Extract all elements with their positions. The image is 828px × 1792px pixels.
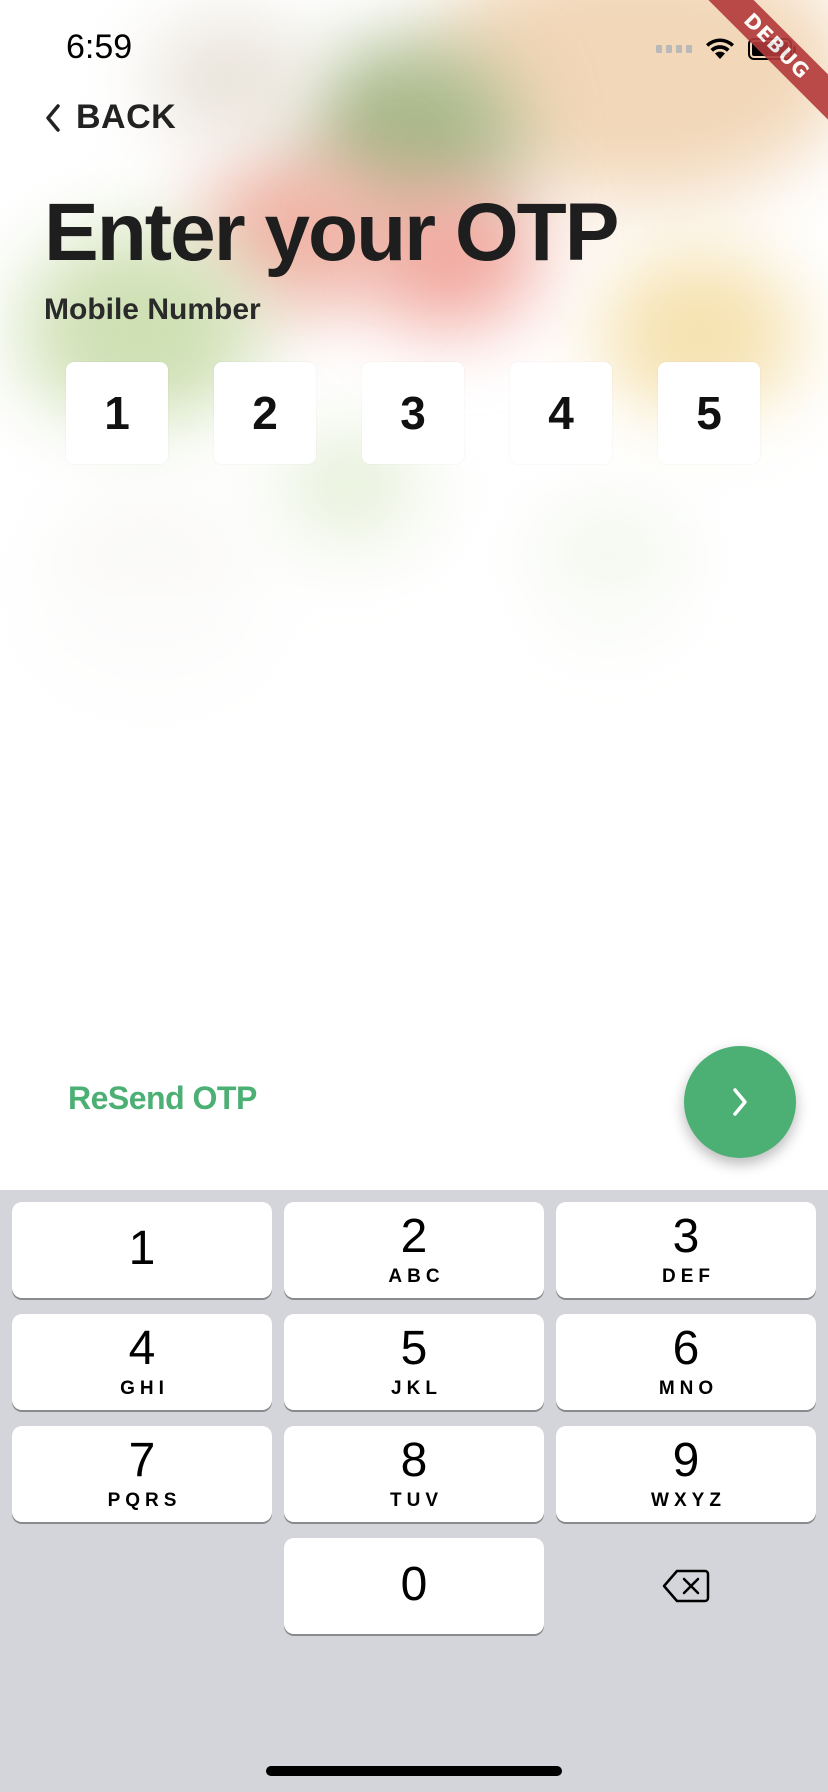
keypad-key-7[interactable]: 7 PQRS xyxy=(12,1426,272,1522)
key-digit: 3 xyxy=(672,1210,700,1263)
key-letters: DEF xyxy=(662,1266,715,1287)
cellular-signal-icon xyxy=(656,45,692,53)
key-digit: 4 xyxy=(128,1322,156,1375)
status-time: 6:59 xyxy=(66,28,133,66)
key-letters: MNO xyxy=(658,1378,719,1399)
key-letters: PQRS xyxy=(107,1490,182,1511)
key-digit: 2 xyxy=(400,1210,428,1263)
key-digit: 8 xyxy=(400,1434,428,1487)
home-indicator[interactable] xyxy=(266,1766,562,1776)
page-subtitle: Mobile Number xyxy=(44,293,261,326)
numeric-keypad: 1 2 ABC 3 DEF 4 GHI 5 JKL 6 MNO 7 PQRS 8… xyxy=(0,1190,828,1792)
backspace-icon xyxy=(662,1569,710,1603)
otp-input-group: 1 2 3 4 5 xyxy=(66,362,760,464)
back-label: BACK xyxy=(76,98,177,136)
keypad-delete-key[interactable] xyxy=(556,1538,816,1634)
keypad-key-0[interactable]: 0 xyxy=(284,1538,544,1634)
keypad-key-2[interactable]: 2 ABC xyxy=(284,1202,544,1298)
chevron-left-icon xyxy=(46,103,60,132)
key-letters: ABC xyxy=(388,1266,445,1287)
otp-digit-box[interactable]: 1 xyxy=(66,362,168,464)
key-letters: WXYZ xyxy=(651,1490,726,1511)
key-digit: 5 xyxy=(400,1322,428,1375)
key-letters: JKL xyxy=(391,1378,442,1399)
otp-digit-box[interactable]: 2 xyxy=(214,362,316,464)
debug-banner: DEBUG xyxy=(698,0,828,130)
back-button[interactable]: BACK xyxy=(44,98,176,137)
key-digit: 9 xyxy=(672,1434,700,1487)
keypad-key-4[interactable]: 4 GHI xyxy=(12,1314,272,1410)
keypad-key-9[interactable]: 9 WXYZ xyxy=(556,1426,816,1522)
key-letters: TUV xyxy=(390,1490,443,1511)
page-title: Enter your OTP xyxy=(44,187,619,278)
next-button[interactable] xyxy=(684,1046,796,1158)
resend-otp-button[interactable]: ReSend OTP xyxy=(68,1080,257,1117)
keypad-key-1[interactable]: 1 xyxy=(12,1202,272,1298)
key-letters: GHI xyxy=(120,1378,169,1399)
key-digit: 7 xyxy=(128,1434,156,1487)
key-digit: 0 xyxy=(400,1558,428,1611)
keypad-key-8[interactable]: 8 TUV xyxy=(284,1426,544,1522)
key-digit: 1 xyxy=(128,1222,156,1275)
otp-digit-box[interactable]: 3 xyxy=(362,362,464,464)
key-digit: 6 xyxy=(672,1322,700,1375)
debug-banner-label: DEBUG xyxy=(698,0,828,125)
otp-screen: DEBUG 6:59 BACK Enter your OTP Mobile Nu… xyxy=(0,0,828,1792)
otp-digit-box[interactable]: 5 xyxy=(658,362,760,464)
otp-digit-box[interactable]: 4 xyxy=(510,362,612,464)
keypad-key-5[interactable]: 5 JKL xyxy=(284,1314,544,1410)
keypad-key-3[interactable]: 3 DEF xyxy=(556,1202,816,1298)
chevron-right-icon xyxy=(733,1088,747,1116)
keypad-key-6[interactable]: 6 MNO xyxy=(556,1314,816,1410)
